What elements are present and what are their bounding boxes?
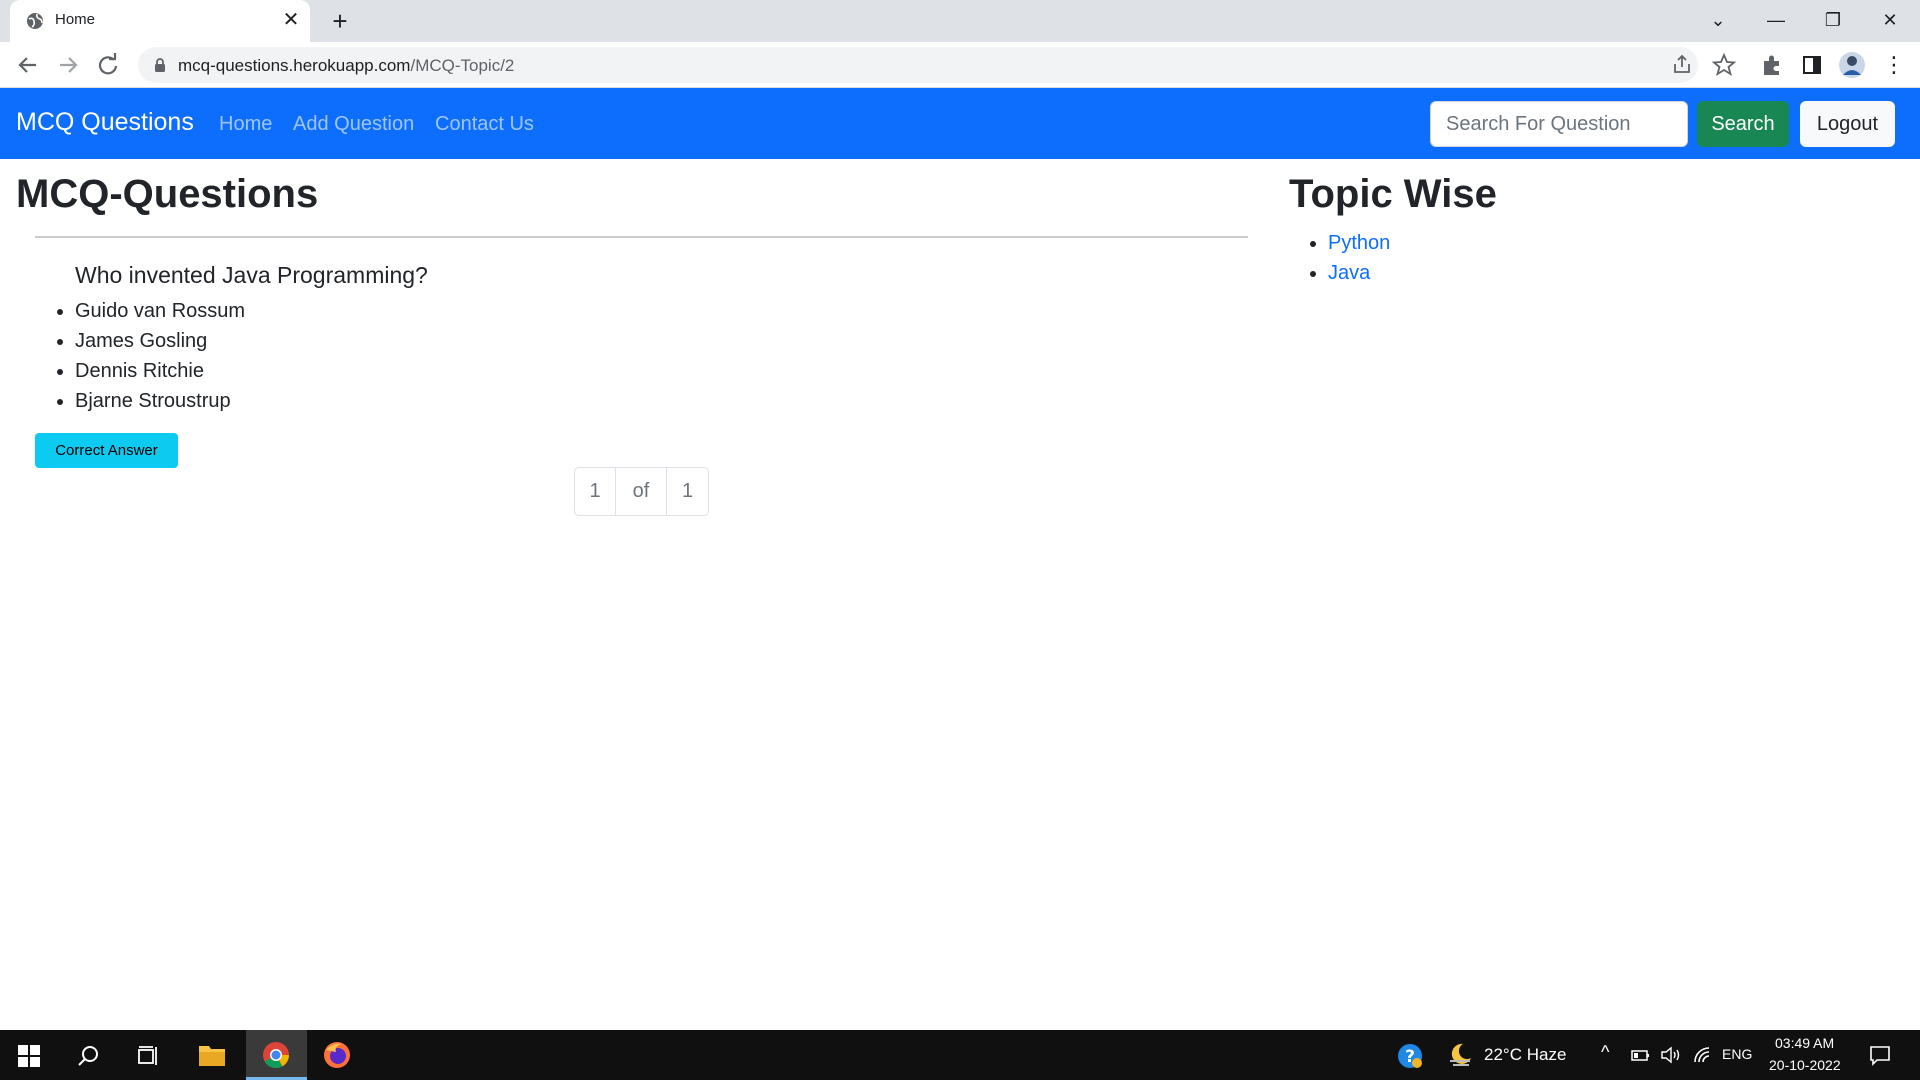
new-tab-icon[interactable]: + bbox=[325, 6, 355, 36]
logout-button[interactable]: Logout bbox=[1800, 101, 1895, 147]
profile-avatar-icon[interactable] bbox=[1838, 51, 1866, 79]
language-indicator[interactable]: ENG bbox=[1722, 1046, 1752, 1062]
nav-link-add-question[interactable]: Add Question bbox=[293, 113, 414, 136]
answer-options-list: Guido van Rossum James Gosling Dennis Ri… bbox=[75, 296, 245, 416]
windows-start-icon[interactable] bbox=[18, 1045, 40, 1067]
side-panel-icon[interactable] bbox=[1798, 51, 1826, 79]
clock-time[interactable]: 03:49 AM bbox=[1775, 1035, 1834, 1051]
page-title: MCQ-Questions bbox=[16, 172, 319, 216]
question-text: Who invented Java Programming? bbox=[75, 262, 428, 288]
wifi-icon[interactable] bbox=[1692, 1045, 1712, 1065]
topic-list: Python Java bbox=[1328, 228, 1390, 288]
extensions-puzzle-icon[interactable] bbox=[1758, 51, 1786, 79]
weather-text[interactable]: 22°C Haze bbox=[1484, 1045, 1566, 1065]
menu-kebab-icon[interactable]: ⋮ bbox=[1880, 51, 1908, 79]
url-text: mcq-questions.herokuapp.com/MCQ-Topic/2 bbox=[178, 56, 515, 75]
browser-tab-bar: Home ✕ + ⌄ — ❐ ✕ bbox=[0, 0, 1920, 42]
address-bar[interactable]: mcq-questions.herokuapp.com/MCQ-Topic/2 bbox=[138, 47, 1698, 83]
tab-title: Home bbox=[55, 11, 96, 28]
volume-icon[interactable] bbox=[1660, 1045, 1682, 1065]
topic-item-java: Java bbox=[1328, 258, 1390, 288]
navbar-brand[interactable]: MCQ Questions bbox=[16, 108, 194, 137]
taskbar-chrome-active[interactable] bbox=[246, 1030, 307, 1080]
task-view-icon[interactable] bbox=[137, 1044, 161, 1068]
minimize-icon[interactable]: — bbox=[1748, 0, 1804, 40]
globe-icon bbox=[27, 13, 43, 29]
answer-option: Guido van Rossum bbox=[75, 296, 245, 326]
pagination: 1 of 1 bbox=[574, 467, 709, 516]
lock-icon[interactable] bbox=[152, 57, 168, 73]
answer-option: Dennis Ritchie bbox=[75, 356, 245, 386]
search-icon[interactable] bbox=[77, 1044, 101, 1068]
topic-link-java[interactable]: Java bbox=[1328, 262, 1370, 284]
notification-center-icon[interactable] bbox=[1869, 1044, 1891, 1066]
tab-search-icon[interactable]: ⌄ bbox=[1690, 0, 1746, 40]
forward-arrow-icon[interactable] bbox=[52, 49, 84, 81]
divider bbox=[35, 236, 1248, 238]
clock-date[interactable]: 20-10-2022 bbox=[1769, 1057, 1841, 1073]
search-input[interactable] bbox=[1430, 101, 1688, 147]
help-icon[interactable]: ? bbox=[1396, 1042, 1424, 1070]
browser-tab-home[interactable]: Home ✕ bbox=[10, 0, 310, 42]
windows-taskbar: ? 22°C Haze ^ ENG 03:49 AM 20-10-2022 bbox=[0, 1030, 1920, 1080]
answer-option: James Gosling bbox=[75, 326, 245, 356]
app-navbar: MCQ Questions Home Add Question Contact … bbox=[0, 88, 1920, 159]
browser-toolbar: mcq-questions.herokuapp.com/MCQ-Topic/2 … bbox=[0, 42, 1920, 88]
reload-icon[interactable] bbox=[92, 49, 124, 81]
firefox-icon[interactable] bbox=[322, 1040, 352, 1070]
answer-option: Bjarne Stroustrup bbox=[75, 386, 245, 416]
chevron-up-icon[interactable]: ^ bbox=[1601, 1042, 1609, 1063]
correct-answer-button[interactable]: Correct Answer bbox=[35, 433, 178, 468]
weather-moon-icon bbox=[1450, 1043, 1471, 1066]
bookmark-star-icon[interactable] bbox=[1710, 51, 1738, 79]
share-icon[interactable] bbox=[1668, 51, 1696, 79]
topic-item-python: Python bbox=[1328, 228, 1390, 258]
battery-icon[interactable] bbox=[1630, 1046, 1650, 1064]
pagination-of-label: of bbox=[616, 468, 667, 515]
pagination-current-page[interactable]: 1 bbox=[575, 468, 616, 515]
nav-link-contact-us[interactable]: Contact Us bbox=[435, 113, 534, 136]
nav-link-home[interactable]: Home bbox=[219, 113, 272, 136]
close-window-icon[interactable]: ✕ bbox=[1862, 0, 1918, 40]
back-arrow-icon[interactable] bbox=[12, 49, 44, 81]
close-tab-icon[interactable]: ✕ bbox=[280, 9, 302, 31]
topic-link-python[interactable]: Python bbox=[1328, 232, 1390, 254]
chrome-icon bbox=[263, 1042, 290, 1069]
file-explorer-icon[interactable] bbox=[198, 1042, 226, 1068]
search-button[interactable]: Search bbox=[1697, 101, 1789, 147]
restore-icon[interactable]: ❐ bbox=[1805, 0, 1861, 40]
pagination-total-pages[interactable]: 1 bbox=[667, 468, 708, 515]
topic-wise-title: Topic Wise bbox=[1289, 172, 1497, 216]
